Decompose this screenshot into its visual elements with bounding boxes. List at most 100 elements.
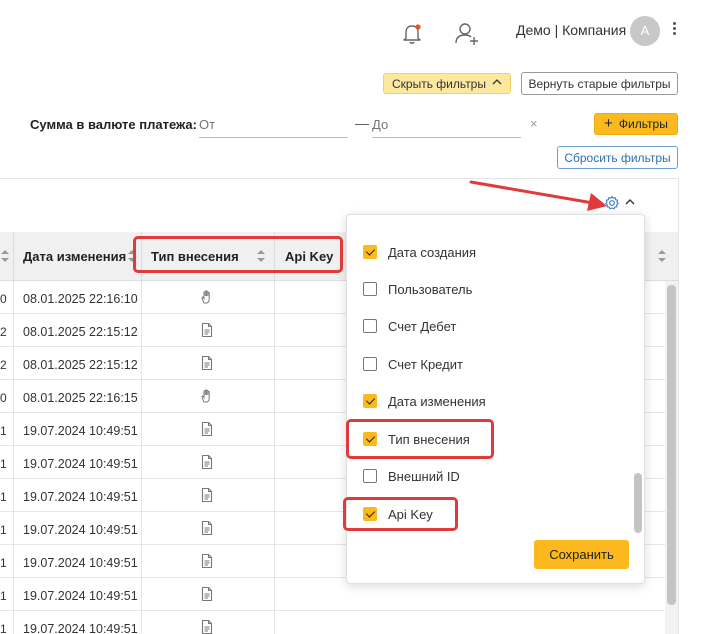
notifications-bell-icon[interactable]: [399, 20, 425, 46]
table-right-border: [678, 178, 679, 634]
amount-to-input[interactable]: [372, 112, 521, 138]
cell-divider: [141, 578, 142, 611]
cell-divider: [274, 380, 275, 413]
column-option[interactable]: Пользователь: [363, 279, 472, 299]
document-icon: [201, 553, 213, 569]
range-dash: —: [355, 115, 369, 131]
document-icon: [201, 355, 213, 371]
row-cell-partial: 2: [0, 325, 7, 339]
row-date-changed: 19.07.2024 10:49:51: [23, 490, 138, 504]
cell-divider: [274, 446, 275, 479]
sort-icon[interactable]: [657, 248, 667, 264]
annotation-arrow-icon: [469, 180, 607, 211]
checkbox[interactable]: [363, 245, 377, 259]
manual-entry-hand-icon: [201, 290, 210, 304]
row-date-changed: 19.07.2024 10:49:51: [23, 556, 138, 570]
column-option-label: Счет Дебет: [388, 318, 457, 334]
add-user-icon[interactable]: [453, 20, 481, 46]
cell-divider: [141, 347, 142, 380]
row-cell-partial: 0: [0, 391, 7, 405]
avatar[interactable]: А: [630, 16, 660, 46]
company-name[interactable]: Демо | Компания: [516, 22, 626, 38]
checkbox[interactable]: [363, 282, 377, 296]
chevron-up-icon[interactable]: [624, 196, 636, 208]
hide-filters-button[interactable]: Скрыть фильтры: [383, 73, 511, 94]
cell-divider: [274, 347, 275, 380]
row-cell-partial: 1: [0, 424, 7, 438]
highlight-api-key-option: [343, 497, 458, 531]
row-date-changed: 08.01.2025 22:15:12: [23, 358, 138, 372]
restore-old-filters-button[interactable]: Вернуть старые фильтры: [521, 72, 678, 95]
checkbox[interactable]: [363, 319, 377, 333]
cell-divider: [141, 380, 142, 413]
row-date-changed: 19.07.2024 10:49:51: [23, 457, 138, 471]
document-icon: [201, 421, 213, 437]
column-option-label: Внешний ID: [388, 468, 460, 484]
cell-divider: [13, 413, 14, 446]
column-option-label: Дата изменения: [388, 393, 486, 409]
column-option[interactable]: Счет Кредит: [363, 354, 463, 374]
row-date-changed: 08.01.2025 22:15:12: [23, 325, 138, 339]
cell-divider: [274, 413, 275, 446]
column-option[interactable]: Дата создания: [363, 242, 476, 262]
highlight-header-columns: [133, 236, 343, 273]
chevron-up-icon: [492, 78, 502, 89]
row-cell-partial: 1: [0, 523, 7, 537]
row-date-changed: 19.07.2024 10:49:51: [23, 589, 138, 603]
cell-divider: [274, 611, 275, 634]
row-cell-partial: 2: [0, 358, 7, 372]
filters-button[interactable]: + Фильтры: [594, 113, 678, 135]
column-option[interactable]: Внешний ID: [363, 466, 460, 486]
cell-divider: [13, 347, 14, 380]
checkbox[interactable]: [363, 357, 377, 371]
amount-filter-label: Сумма в валюте платежа:: [30, 117, 197, 132]
more-vertical-icon[interactable]: [670, 20, 678, 40]
cell-divider: [13, 578, 14, 611]
cell-divider: [274, 545, 275, 578]
table-scrollbar-thumb[interactable]: [667, 285, 676, 605]
checkbox[interactable]: [363, 394, 377, 408]
panel-scrollbar-thumb[interactable]: [634, 473, 642, 533]
manual-entry-hand-icon: [201, 389, 210, 403]
row-date-changed: 08.01.2025 22:16:15: [23, 391, 138, 405]
cell-divider: [141, 611, 142, 634]
cell-divider: [274, 512, 275, 545]
highlight-input-type-option: [346, 419, 494, 459]
cell-divider: [274, 479, 275, 512]
column-option-label: Счет Кредит: [388, 356, 463, 372]
reset-filters-button[interactable]: Сбросить фильтры: [557, 146, 678, 169]
cell-divider: [141, 413, 142, 446]
row-cell-partial: 1: [0, 457, 7, 471]
cell-divider: [141, 479, 142, 512]
cell-divider: [13, 479, 14, 512]
row-date-changed: 19.07.2024 10:49:51: [23, 424, 138, 438]
table-row[interactable]: 1 19.07.2024 10:49:51: [0, 611, 678, 634]
row-cell-partial: 1: [0, 622, 7, 634]
clear-icon[interactable]: ×: [530, 116, 538, 131]
column-option-label: Дата создания: [388, 244, 477, 260]
cell-divider: [13, 512, 14, 545]
filters-button-label: Фильтры: [618, 117, 668, 131]
hide-filters-label: Скрыть фильтры: [392, 76, 486, 91]
header-date-changed[interactable]: Дата изменения: [23, 249, 126, 264]
cell-divider: [141, 446, 142, 479]
cell-divider: [274, 314, 275, 347]
cell-divider: [141, 512, 142, 545]
sort-icon[interactable]: [0, 248, 10, 264]
cell-divider: [141, 545, 142, 578]
cell-divider: [141, 281, 142, 314]
save-button[interactable]: Сохранить: [534, 540, 629, 569]
checkbox[interactable]: [363, 469, 377, 483]
cell-divider: [274, 578, 275, 611]
amount-from-input[interactable]: [199, 112, 348, 138]
column-option-label: Пользователь: [388, 281, 473, 297]
column-option[interactable]: Счет Дебет: [363, 316, 456, 336]
row-cell-partial: 0: [0, 292, 7, 306]
cell-divider: [13, 314, 14, 347]
row-cell-partial: 1: [0, 556, 7, 570]
row-cell-partial: 1: [0, 490, 7, 504]
cell-divider: [13, 611, 14, 634]
document-icon: [201, 454, 213, 470]
plus-icon: +: [604, 115, 613, 132]
column-option[interactable]: Дата изменения: [363, 391, 486, 411]
